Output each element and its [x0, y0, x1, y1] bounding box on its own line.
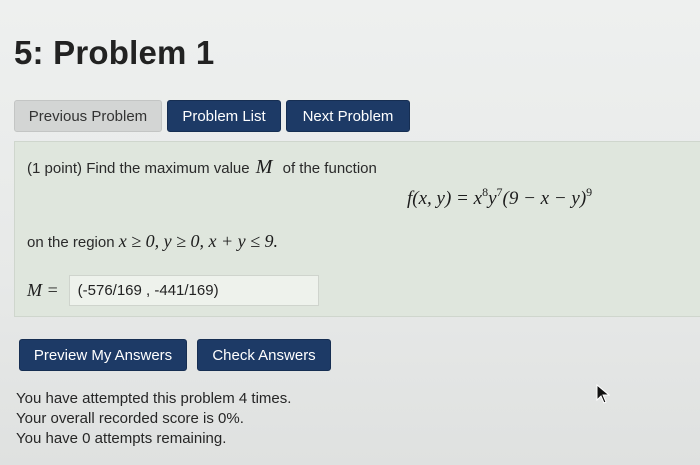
region-math: x ≥ 0, y ≥ 0, x + y ≤ 9. [118, 231, 278, 251]
previous-problem-button[interactable]: Previous Problem [14, 100, 162, 132]
region-statement: on the region x ≥ 0, y ≥ 0, x + y ≤ 9. [27, 231, 278, 252]
attempt-status: You have attempted this problem 4 times.… [16, 389, 291, 449]
formula-paren: (9 − x − y) [502, 188, 587, 209]
region-prefix: on the region [27, 234, 115, 251]
problem-list-button[interactable]: Problem List [167, 100, 281, 132]
answer-label: M = [27, 280, 59, 300]
formula-lhs: f(x, y) = x [407, 188, 483, 209]
problem-prompt: (1 point) Find the maximum value M of th… [27, 156, 377, 179]
prompt-prefix: (1 point) Find the maximum value [27, 160, 250, 177]
score-text: Your overall recorded score is 0%. [16, 410, 244, 427]
answer-row: M = (-576/169 , -441/169) [27, 275, 319, 306]
mouse-pointer-icon [596, 384, 610, 404]
function-formula: f(x, y) = x8y7(9 − x − y)9 [407, 185, 592, 210]
preview-answers-button[interactable]: Preview My Answers [19, 339, 187, 371]
formula-y: y [488, 188, 497, 209]
prompt-variable: M [255, 156, 273, 178]
next-problem-button[interactable]: Next Problem [286, 100, 410, 132]
answer-actions: Preview My Answers Check Answers [19, 339, 331, 371]
remaining-text: You have 0 attempts remaining. [16, 430, 227, 447]
attempts-text: You have attempted this problem 4 times. [16, 390, 292, 407]
formula-exp-paren: 9 [586, 185, 593, 199]
page-title: 5: Problem 1 [14, 34, 215, 71]
problem-navigation: Previous Problem Problem List Next Probl… [14, 100, 410, 132]
answer-input[interactable]: (-576/169 , -441/169) [68, 275, 319, 306]
prompt-suffix: of the function [282, 160, 377, 177]
check-answers-button[interactable]: Check Answers [197, 339, 331, 371]
problem-panel: (1 point) Find the maximum value M of th… [14, 141, 700, 317]
